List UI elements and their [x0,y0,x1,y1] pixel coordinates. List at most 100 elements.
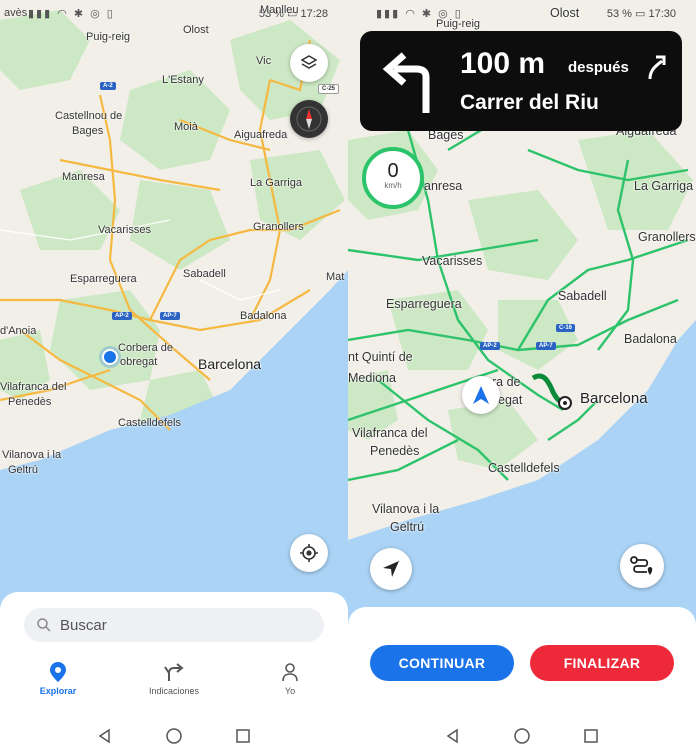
route-overview-button[interactable] [620,544,664,588]
turn-left-arrow-icon [382,52,430,113]
map-label: Olost [550,6,580,20]
road-shield: C-16 [556,324,576,332]
recents-icon[interactable] [235,728,251,744]
tab-label: Yo [284,686,296,696]
map-label: L'Estany [162,74,204,86]
map-label: d'Anoia [0,325,37,337]
layers-button[interactable] [290,44,328,82]
search-icon [37,618,51,632]
map-label: anresa [424,179,463,193]
tab-yo[interactable]: Yo [245,658,335,696]
instruction-distance: 100 m [460,47,546,80]
map-label: Vilanova i la [372,502,440,516]
road-shield: C-25 [318,84,340,94]
map-label: Aiguafreda [234,129,288,141]
map-label: Esparreguera [386,297,462,311]
recenter-button[interactable] [370,548,412,590]
next-turn-icon [648,55,666,80]
navigation-arrow-icon [473,386,489,404]
map-label: Bages [72,125,104,137]
home-icon[interactable] [513,727,531,745]
map-label: Barcelona [580,390,648,407]
person-icon [282,663,298,682]
map-label: Castellnou de [55,110,123,122]
map-label: Puig-reig [436,18,481,30]
map-label: Vic [256,55,272,67]
home-icon[interactable] [165,727,183,745]
recents-icon[interactable] [583,728,599,744]
map-label: Esparreguera [70,273,137,285]
map-label: Mediona [348,371,396,385]
turn-instruction-banner: 100 m después Carrer del Riu [360,31,682,131]
map-label: obregat [120,356,158,368]
instruction-street: Carrer del Riu [460,91,599,114]
my-location-button[interactable] [290,534,328,572]
map-label: La Garriga [250,177,302,189]
speed-value: 0 [387,160,399,182]
map-label: Penedès [370,444,420,458]
map-label: Vilafranca del [352,426,428,440]
clock: 17:30 [648,8,676,20]
map-label: Sabadell [558,289,607,303]
map-label: Mat [326,271,345,283]
status-icons: ▮▮▮ ◠ ✱ ◎ ▯ [28,8,115,20]
tab-label: Indicaciones [148,686,200,696]
road-shield: A-2 [100,82,116,90]
map-label: Castelldefels [488,461,560,475]
system-nav-bar [348,718,696,754]
search-bar[interactable]: Buscar [24,608,324,642]
back-icon[interactable] [445,728,461,744]
tab-explorar[interactable]: Explorar [13,658,103,696]
continue-button[interactable]: CONTINUAR [370,645,514,681]
compass-icon [296,106,322,132]
map-label: Vacarisses [422,254,483,268]
tab-bar: Explorar Indicaciones Yo [0,658,348,708]
map-label: Castelldefels [118,417,181,429]
search-placeholder: Buscar [60,616,107,634]
finish-button[interactable]: FINALIZAR [530,645,674,681]
map-label: Barcelona [198,356,262,372]
map-label: Vilafranca del [0,381,67,393]
map-label: Manlleu [260,4,299,16]
status-left-text: avès [4,7,28,19]
map-label: nt Quintí de [348,350,413,364]
map-label: La Garriga [634,179,694,193]
navigation-icon [383,561,399,577]
map-label: Granollers [638,230,696,244]
current-location-dot [102,349,118,365]
screenshot-pair: avès ▮▮▮ ◠ ✱ ◎ ▯ 53 % ▭ 17:28 Manlleu Pu… [0,0,696,754]
map-label: Geltrú [8,464,38,476]
map-label: Sabadell [183,268,226,280]
instruction-after: después [568,59,629,76]
road-shield: AP-7 [160,312,180,320]
speed-unit: km/h [384,181,402,190]
map-label: Vilanova i la [2,449,62,461]
map-label: Granollers [253,221,304,233]
road-shield: AP-2 [112,312,132,320]
status-right: 53 % ▭ 17:30 [606,8,676,20]
directions-icon [164,663,184,681]
map-label: Penedès [8,396,52,408]
tab-label: Explorar [39,686,77,696]
navigation-screen: ▮▮▮ ◠ ✱ ◎ ▯ 53 % ▭ 17:30 Puig-reig Olost… [348,0,696,754]
road-shield: AP-2 [480,342,500,350]
clock: 17:28 [300,8,328,20]
system-nav-bar [0,718,348,754]
location-pin-icon [50,662,66,682]
map-label: Corbera de [118,342,174,354]
map-label: Geltrú [390,520,425,534]
crosshair-icon [300,544,318,562]
road-shield: AP-7 [536,342,556,350]
bottom-sheet: Buscar Explorar Indicaciones Yo [0,592,348,754]
map-label: Badalona [240,310,287,322]
compass-button[interactable] [290,100,328,138]
speedometer: 0 km/h [362,147,424,209]
route-icon [630,556,653,575]
map-label: egat [498,393,523,407]
explore-screen: avès ▮▮▮ ◠ ✱ ◎ ▯ 53 % ▭ 17:28 Manlleu Pu… [0,0,348,754]
map-label: Olost [183,24,209,36]
map-label: Puig-reig [86,31,131,43]
vehicle-position-marker [462,376,500,414]
tab-indicaciones[interactable]: Indicaciones [129,658,219,696]
back-icon[interactable] [97,728,113,744]
